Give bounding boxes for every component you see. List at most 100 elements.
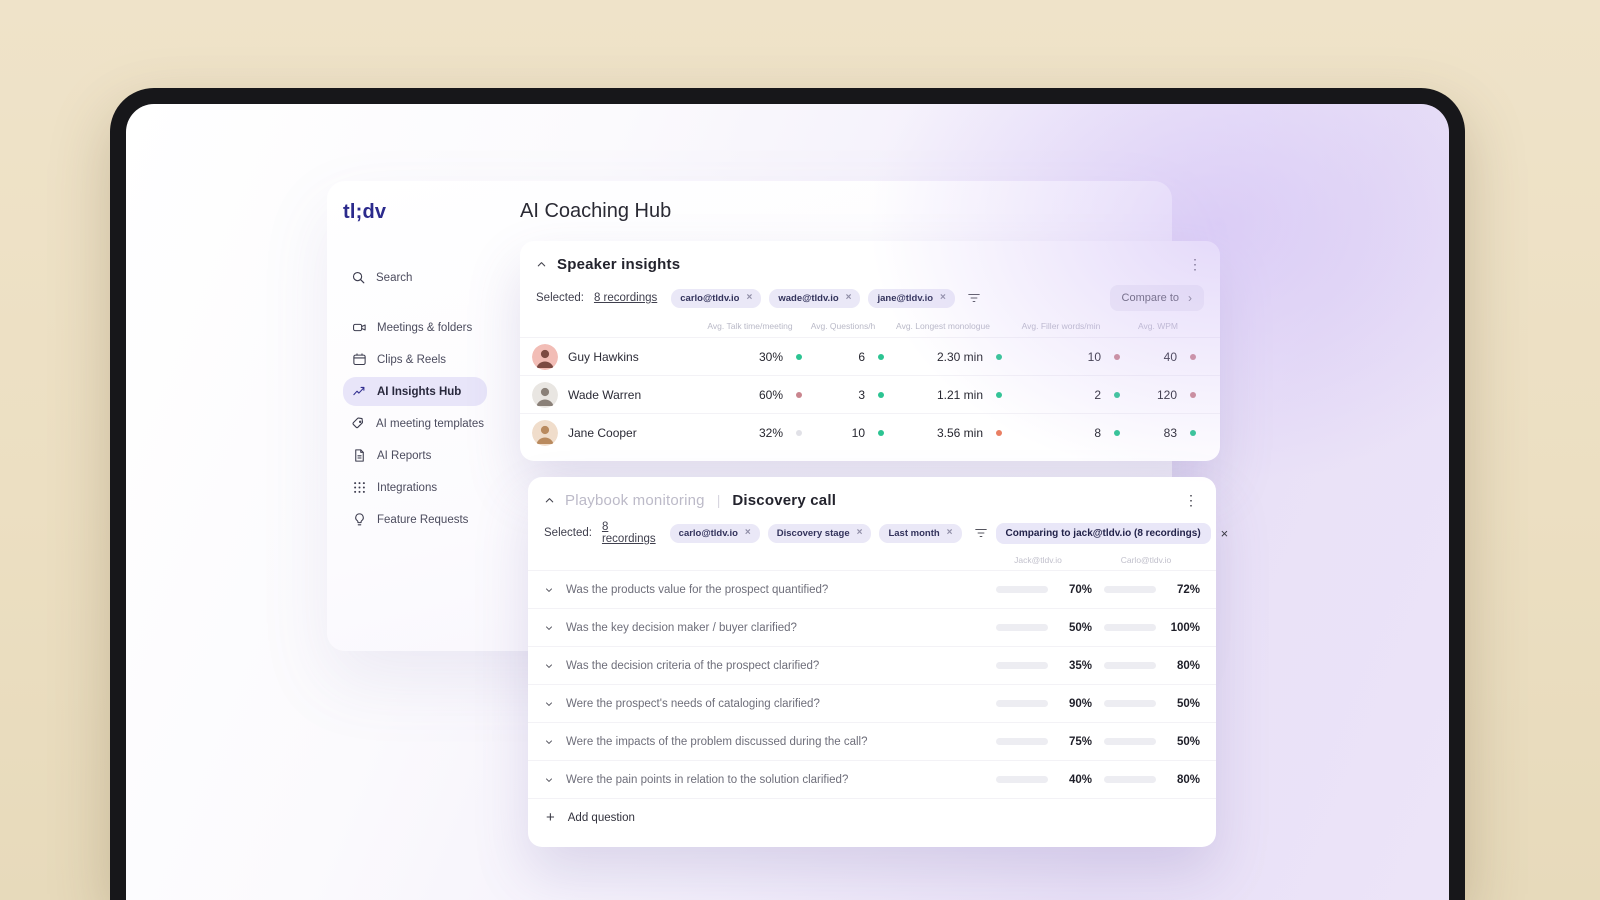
question-text: Was the products value for the prospect … xyxy=(566,583,829,596)
column-header: Avg. WPM xyxy=(1138,321,1178,331)
filter-chip[interactable]: carlo@tldv.io × xyxy=(671,288,762,308)
sidebar-item-feature-requests[interactable]: Feature Requests xyxy=(343,505,487,534)
filter-icon[interactable] xyxy=(974,527,988,539)
speaker-filter-row: Selected: 8 recordings carlo@tldv.io × wade… xyxy=(520,273,1220,311)
metric-value: 6 xyxy=(858,349,865,364)
kebab-menu-icon[interactable]: ⋮ xyxy=(1184,255,1206,273)
playbook-filter-row: Selected: 8 recordings carlo@tldv.io × Disc… xyxy=(528,509,1228,545)
metric-cell: 32% xyxy=(698,426,802,440)
compare-to-label: Compare to xyxy=(1121,292,1179,304)
search-button[interactable]: Search xyxy=(343,270,487,285)
kebab-menu-icon[interactable]: ⋮ xyxy=(1180,491,1202,509)
chevron-down-icon[interactable] xyxy=(544,661,566,671)
playbook-card-header: Playbook monitoring | Discovery call ⋮ xyxy=(528,477,1216,509)
score-bar-group: 72% xyxy=(1092,584,1200,596)
filter-icon[interactable] xyxy=(967,292,981,304)
question-row[interactable]: Was the key decision maker / buyer clari… xyxy=(528,608,1216,646)
question-row[interactable]: Were the prospect's needs of cataloging … xyxy=(528,684,1216,722)
filter-chip[interactable]: jane@tldv.io × xyxy=(868,288,955,308)
metric-value: 40 xyxy=(1163,349,1177,364)
metric-value: 60% xyxy=(758,387,783,402)
chevron-down-icon[interactable] xyxy=(544,737,566,747)
sidebar-item-label: AI Insights Hub xyxy=(377,385,462,398)
progress-track xyxy=(1104,586,1156,593)
progress-track xyxy=(1104,776,1156,783)
compare-to-button[interactable]: Compare to › xyxy=(1109,285,1204,311)
laptop-screen: tl;dv Search Meetings & folders Clips & R… xyxy=(126,104,1449,900)
score-percent: 75% xyxy=(1068,735,1092,748)
speaker-insights-card: Speaker insights ⋮ Selected: 8 recordings… xyxy=(520,241,1220,461)
score-percent: 35% xyxy=(1068,659,1092,672)
speaker-row[interactable]: Guy Hawkins 30% 6 2.30 min 10 40 xyxy=(520,337,1220,375)
metric-value: 32% xyxy=(758,425,783,440)
filter-chip[interactable]: Last month × xyxy=(879,523,962,543)
filter-chip-label: carlo@tldv.io xyxy=(678,527,738,539)
metric-cell: 2.30 min xyxy=(884,350,1002,364)
speaker-card-header: Speaker insights ⋮ xyxy=(520,241,1220,273)
question-row[interactable]: Were the pain points in relation to the … xyxy=(528,760,1216,798)
metric-cell: 3.56 min xyxy=(884,426,1002,440)
collapse-chevron-up-icon[interactable] xyxy=(544,495,555,506)
filter-chip-label: Last month xyxy=(888,527,940,539)
sidebar: tl;dv Search Meetings & folders Clips & R… xyxy=(327,181,499,651)
speaker-row[interactable]: Jane Cooper 32% 10 3.56 min 8 83 xyxy=(520,413,1220,451)
add-question-button[interactable]: + Add question xyxy=(528,798,1216,836)
add-question-label: Add question xyxy=(567,811,635,824)
question-text: Was the key decision maker / buyer clari… xyxy=(566,621,797,634)
close-icon[interactable]: × xyxy=(745,528,751,538)
collapse-chevron-up-icon[interactable] xyxy=(536,259,547,270)
sidebar-item-clips-reels[interactable]: Clips & Reels xyxy=(343,345,487,374)
sidebar-item-integrations[interactable]: Integrations xyxy=(343,473,487,502)
sidebar-item-label: Clips & Reels xyxy=(377,353,447,366)
score-bar-group: 90% xyxy=(984,698,1092,710)
close-icon[interactable]: × xyxy=(1221,527,1229,540)
close-icon[interactable]: × xyxy=(846,293,852,303)
question-row[interactable]: Were the impacts of the problem discusse… xyxy=(528,722,1216,760)
selected-count[interactable]: 8 recordings xyxy=(594,292,657,304)
column-header: Avg. Questions/h xyxy=(810,321,876,331)
playbook-question-rows: Was the products value for the prospect … xyxy=(528,570,1216,798)
score-percent: 50% xyxy=(1068,621,1092,634)
laptop-frame: tl;dv Search Meetings & folders Clips & R… xyxy=(110,88,1465,900)
filter-chip[interactable]: carlo@tldv.io × xyxy=(669,523,760,543)
sidebar-item-ai-meeting-templates[interactable]: AI meeting templates xyxy=(343,409,487,438)
camera-icon xyxy=(351,320,367,335)
comparison-column-header: Carlo@tldv.io xyxy=(1120,555,1172,565)
question-row[interactable]: Was the products value for the prospect … xyxy=(528,570,1216,608)
filter-chip-label: wade@tldv.io xyxy=(778,292,839,304)
score-bar-group: 70% xyxy=(984,584,1092,596)
selected-count[interactable]: 8 recordings xyxy=(602,521,656,545)
chevron-down-icon[interactable] xyxy=(544,699,566,709)
close-icon[interactable]: × xyxy=(857,528,863,538)
title-divider: | xyxy=(716,492,721,508)
close-icon[interactable]: × xyxy=(940,293,946,303)
question-row[interactable]: Was the decision criteria of the prospec… xyxy=(528,646,1216,684)
metric-cell: 6 xyxy=(802,350,884,364)
speaker-row[interactable]: Wade Warren 60% 3 1.21 min 2 120 xyxy=(520,375,1220,413)
sidebar-item-ai-insights-hub[interactable]: AI Insights Hub xyxy=(343,377,487,406)
metric-cell: 10 xyxy=(802,426,884,440)
metric-cell: 40 xyxy=(1120,350,1196,364)
filter-chip[interactable]: Discovery stage × xyxy=(767,523,872,543)
score-bar-group: 50% xyxy=(1092,736,1200,748)
metric-cell: 10 xyxy=(1002,350,1120,364)
score-bar-group: 80% xyxy=(1092,660,1200,672)
status-dot xyxy=(1190,391,1196,398)
filter-chip-label: Discovery stage xyxy=(776,527,850,539)
progress-track xyxy=(996,776,1048,783)
sidebar-item-ai-reports[interactable]: AI Reports xyxy=(343,441,487,470)
app-logo[interactable]: tl;dv xyxy=(343,201,487,224)
close-icon[interactable]: × xyxy=(947,528,953,538)
metric-value: 120 xyxy=(1156,387,1177,402)
chevron-down-icon[interactable] xyxy=(544,775,566,785)
score-bar-group: 100% xyxy=(1092,622,1200,634)
progress-track xyxy=(1104,738,1156,745)
speaker-card-title: Speaker insights xyxy=(557,255,681,273)
comparing-chip[interactable]: Comparing to jack@tldv.io (8 recordings) xyxy=(995,522,1211,544)
metric-cell: 60% xyxy=(698,388,802,402)
chevron-down-icon[interactable] xyxy=(544,585,566,595)
chevron-down-icon[interactable] xyxy=(544,623,566,633)
sidebar-item-meetings-folders[interactable]: Meetings & folders xyxy=(343,313,487,342)
close-icon[interactable]: × xyxy=(747,293,753,303)
filter-chip[interactable]: wade@tldv.io × xyxy=(769,288,861,308)
